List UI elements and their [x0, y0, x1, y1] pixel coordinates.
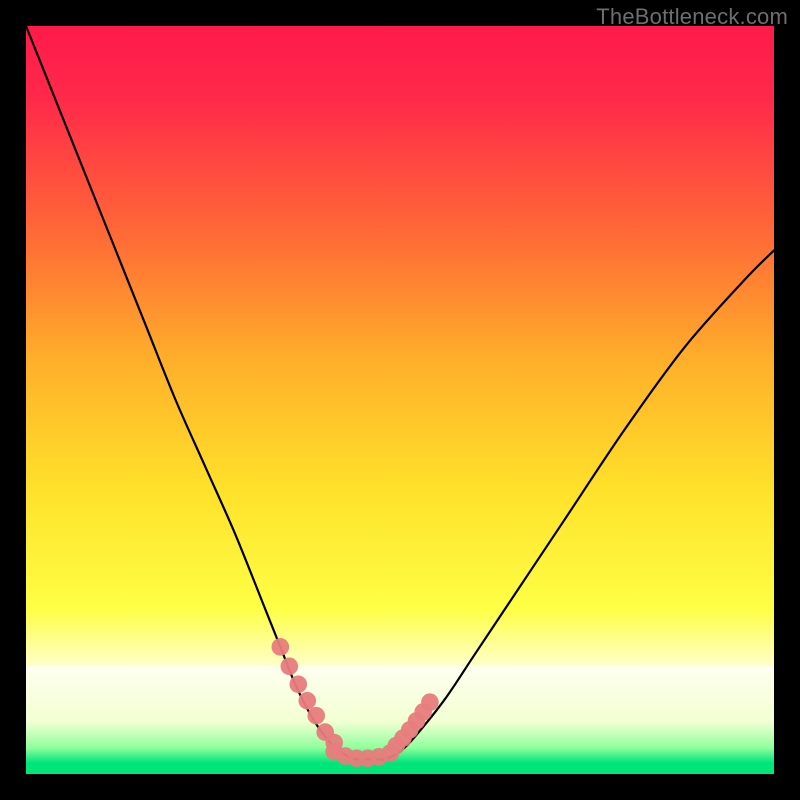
marker-dot: [421, 693, 439, 711]
marker-dot: [289, 675, 307, 693]
marker-dot: [307, 707, 325, 725]
outer-frame: TheBottleneck.com: [0, 0, 800, 800]
gradient-bg: [26, 26, 774, 774]
marker-dot: [298, 692, 316, 710]
chart-svg: [26, 26, 774, 774]
watermark-text: TheBottleneck.com: [596, 4, 788, 30]
plot-area: [26, 26, 774, 774]
marker-dot: [272, 638, 290, 656]
marker-dot: [281, 657, 299, 675]
